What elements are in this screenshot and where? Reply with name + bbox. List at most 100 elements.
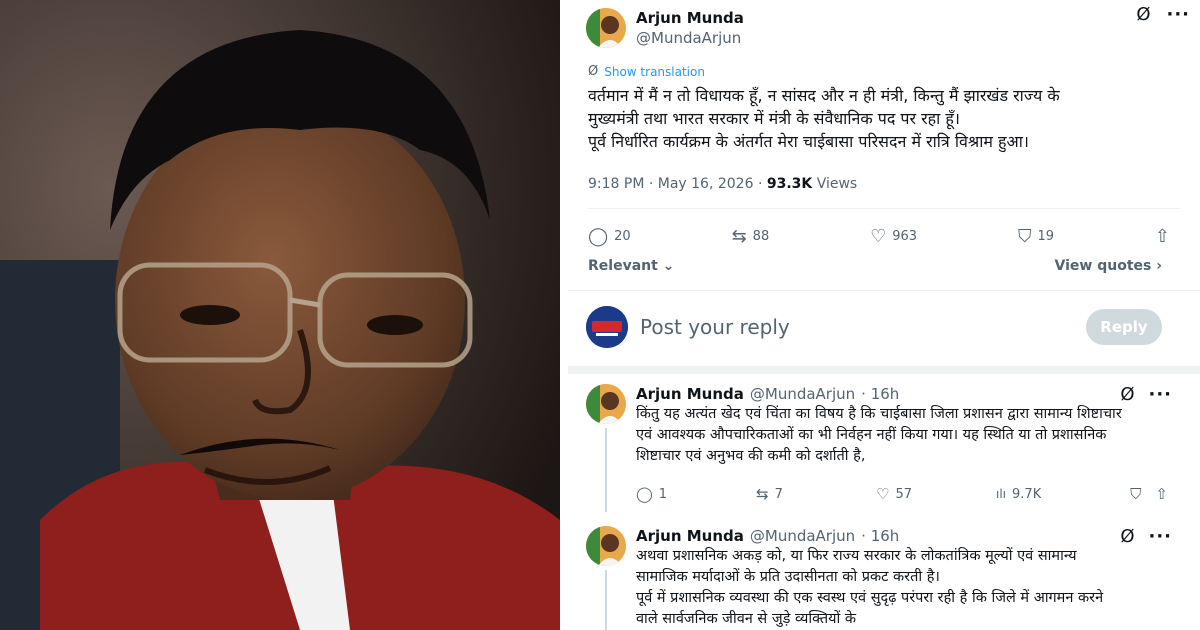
views-button[interactable]: ılı 9.7K	[996, 487, 1106, 502]
author-identity: Arjun Munda @MundaArjun	[636, 8, 744, 48]
panel-divider	[560, 0, 568, 630]
reply-author-handle[interactable]: @MundaArjun	[750, 385, 855, 403]
repost-count: 7	[774, 486, 783, 502]
repost-icon: ⇆	[731, 225, 747, 247]
sort-relevant-dropdown[interactable]: Relevant ⌄	[588, 258, 674, 274]
grok-icon[interactable]: Ø	[1120, 526, 1134, 547]
view-quotes-link[interactable]: View quotes ›	[1055, 258, 1162, 274]
main-tweet-text: वर्तमान में मैं न तो विधायक हूँ, न सांसद…	[588, 84, 1148, 153]
tweet-panel: Arjun Munda @MundaArjun Ø ··· Ø Show tra…	[568, 0, 1200, 630]
like-count: 963	[892, 228, 918, 244]
current-user-avatar-image	[586, 306, 628, 348]
reply-text-line: पूर्व में प्रशासनिक व्यवस्था की एक स्वस्…	[636, 590, 1104, 606]
reply-count: 1	[658, 486, 668, 502]
reply-input[interactable]: Post your reply	[640, 315, 1086, 339]
reply-author-name[interactable]: Arjun Munda	[636, 527, 744, 545]
views-label: Views	[812, 176, 858, 192]
more-options-icon[interactable]: ···	[1148, 384, 1172, 405]
sort-label: Relevant	[588, 258, 658, 274]
more-options-icon[interactable]: ···	[1166, 4, 1190, 25]
reply-submit-button[interactable]: Reply	[1086, 309, 1162, 345]
reply-text-line: वाले सार्वजनिक जीवन से जुड़े व्यक्तियों …	[636, 611, 857, 627]
reply-text-line: एवं आवश्यक औपचारिकताओं का भी निर्वहन नही…	[636, 427, 1107, 443]
reply-button[interactable]: ◯ 1	[636, 485, 756, 503]
share-button[interactable]: ⇧	[1155, 485, 1168, 503]
reply-tweet[interactable]: Arjun Munda @MundaArjun · 16h Ø ··· किंत…	[586, 384, 1172, 512]
views-count: 93.3K	[766, 176, 813, 192]
reply-author-handle[interactable]: @MundaArjun	[750, 527, 855, 545]
more-options-icon[interactable]: ···	[1148, 526, 1172, 547]
repost-button[interactable]: ⇆ 88	[732, 226, 770, 247]
reply-tweet[interactable]: Arjun Munda @MundaArjun · 16h Ø ··· अथवा…	[586, 526, 1172, 630]
reply-icon: ◯	[636, 485, 653, 503]
reply-author-avatar-image	[586, 526, 626, 566]
reply-author-avatar[interactable]	[586, 526, 626, 566]
reply-text: अथवा प्रशासनिक अकड़ को, या फिर राज्य सरक…	[636, 546, 1172, 630]
tweet-timestamp[interactable]: 9:18 PM · May 16, 2026 ·	[588, 176, 767, 192]
thread-connector-line	[605, 570, 607, 630]
bookmark-button[interactable]: ⛉ 19	[1018, 226, 1054, 247]
like-count: 57	[895, 486, 912, 502]
author-avatar[interactable]	[586, 8, 626, 48]
like-icon: ♡	[870, 225, 887, 247]
bookmark-count: 19	[1037, 228, 1054, 244]
main-tweet-actions: ◯ 20 ⇆ 88 ♡ 963 ⛉ 19 ⇧	[588, 226, 1170, 247]
reply-text-line: किंतु यह अत्यंत खेद एवं चिंता का विषय है…	[636, 406, 1122, 422]
views-count: 9.7K	[1012, 486, 1042, 502]
profile-photo	[0, 0, 560, 630]
chevron-down-icon: ⌄	[657, 258, 675, 274]
reply-text: किंतु यह अत्यंत खेद एवं चिंता का विषय है…	[636, 404, 1172, 467]
reply-text-line: सामाजिक मर्यादाओं के प्रति उदासीनता को प…	[636, 569, 940, 585]
share-icon: ⇧	[1155, 485, 1168, 503]
repost-button[interactable]: ⇆ 7	[756, 485, 876, 503]
reply-header-icons: Ø ···	[1120, 384, 1172, 405]
bookmark-button[interactable]: ⛉	[1130, 485, 1141, 503]
reply-count: 20	[614, 228, 631, 244]
grok-icon[interactable]: Ø	[1136, 4, 1150, 25]
reply-button[interactable]: ◯ 20	[588, 226, 631, 247]
reply-header-icons: Ø ···	[1120, 526, 1172, 547]
like-icon: ♡	[876, 485, 890, 503]
reply-icon: ◯	[588, 225, 609, 247]
tweet-text-line: मुख्यमंत्री तथा भारत सरकार में मंत्री के…	[588, 109, 960, 128]
repost-count: 88	[752, 228, 770, 244]
share-button[interactable]: ⇧	[1155, 226, 1170, 247]
grok-icon[interactable]: Ø	[1120, 384, 1134, 405]
reply-time[interactable]: · 16h	[861, 527, 899, 545]
reply-author-name[interactable]: Arjun Munda	[636, 385, 744, 403]
reply-header: Arjun Munda @MundaArjun · 16h Ø ···	[636, 384, 1172, 405]
share-icon: ⇧	[1154, 225, 1170, 247]
like-button[interactable]: ♡ 963	[870, 226, 917, 247]
divider	[568, 290, 1200, 291]
reply-header: Arjun Munda @MundaArjun · 16h Ø ···	[636, 526, 1172, 547]
like-button[interactable]: ♡ 57	[876, 485, 996, 503]
main-tweet-header-icons: Ø ···	[1136, 4, 1190, 25]
reply-author-avatar[interactable]	[586, 384, 626, 424]
reply-text-line: अथवा प्रशासनिक अकड़ को, या फिर राज्य सरक…	[636, 548, 1077, 564]
reply-time[interactable]: · 16h	[861, 385, 899, 403]
reply-composer: Post your reply Reply	[586, 304, 1162, 350]
view-quotes-label: View quotes	[1054, 258, 1152, 274]
portrait-image	[0, 0, 560, 630]
current-user-avatar[interactable]	[586, 306, 628, 348]
tweet-meta: 9:18 PM · May 16, 2026 · 93.3K Views	[588, 176, 857, 192]
thread-separator	[568, 366, 1200, 374]
reply-text-line: शिष्टाचार एवं अनुभव की कमी को दर्शाती है…	[636, 448, 866, 464]
divider	[588, 208, 1180, 209]
bookmark-icon: ⛉	[1130, 485, 1142, 503]
tweet-text-line: वर्तमान में मैं न तो विधायक हूँ, न सांसद…	[588, 86, 1060, 105]
thread-connector-line	[605, 428, 607, 512]
translate-icon: Ø	[588, 64, 599, 79]
repost-icon: ⇆	[756, 485, 769, 503]
author-avatar-image	[586, 8, 626, 48]
chevron-right-icon: ›	[1151, 258, 1162, 274]
reply-actions: ◯ 1 ⇆ 7 ♡ 57 ılı 9.7K ⛉ ⇧	[636, 484, 1168, 504]
author-handle[interactable]: @MundaArjun	[636, 28, 744, 48]
bookmark-icon: ⛉	[1017, 225, 1032, 247]
main-tweet-header: Arjun Munda @MundaArjun	[586, 4, 1190, 52]
author-name[interactable]: Arjun Munda	[636, 8, 744, 28]
reply-author-avatar-image	[586, 384, 626, 424]
show-translation-label: Show translation	[604, 64, 705, 79]
tweet-text-line: पूर्व निर्धारित कार्यक्रम के अंतर्गत मेर…	[588, 132, 1029, 151]
show-translation-link[interactable]: Ø Show translation	[588, 64, 705, 79]
